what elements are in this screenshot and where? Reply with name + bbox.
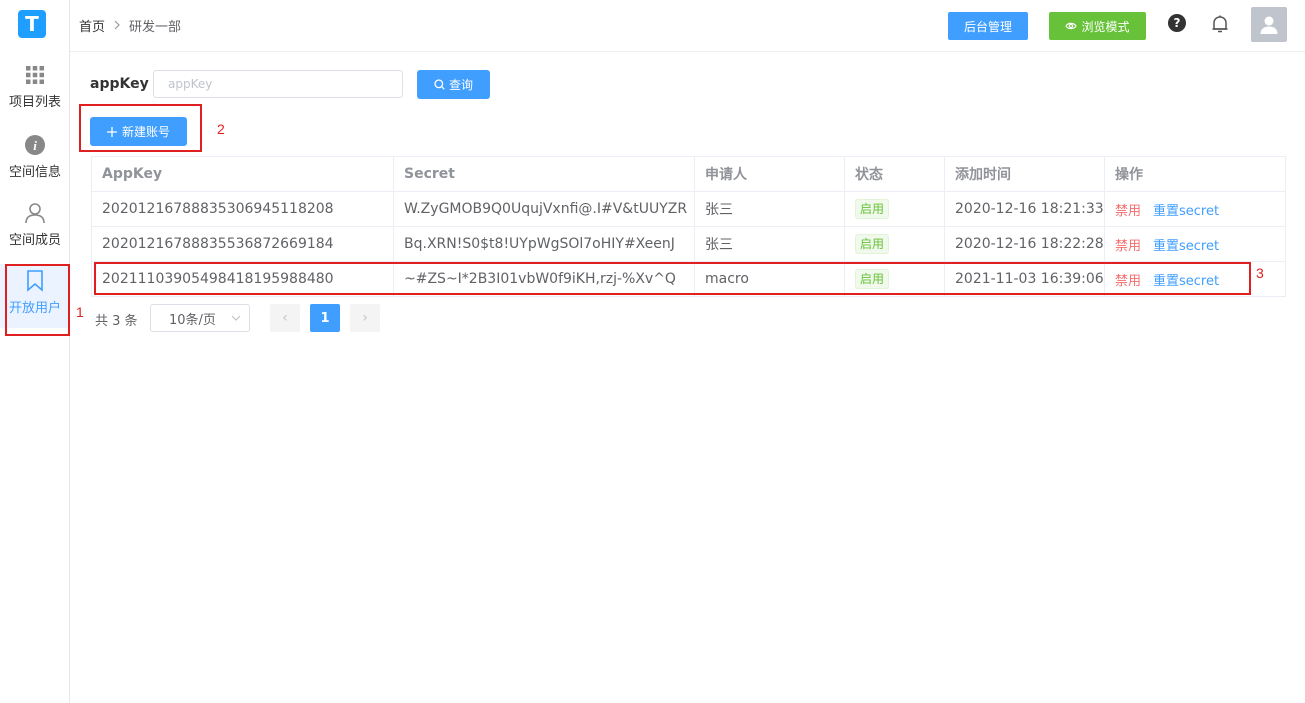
table-header-row: AppKey Secret 申请人 状态 添加时间 操作 (91, 156, 1286, 192)
annotation-box-3 (94, 262, 1251, 295)
page-number-label: 1 (320, 310, 330, 326)
grid-icon (24, 64, 46, 86)
annotation-label-3: 3 (1256, 265, 1264, 281)
breadcrumb: 首页 研发一部 (79, 16, 181, 35)
view-mode-button[interactable]: 浏览模式 (1049, 12, 1146, 40)
table-row: 20201216788835306945118208 W.ZyGMOB9Q0Uq… (91, 191, 1286, 227)
pagination-total: 共 3 条 (95, 314, 138, 329)
svg-text:i: i (33, 138, 37, 153)
annotation-box-2 (79, 104, 202, 152)
column-header-applicant: 申请人 (694, 156, 845, 192)
page-number-current[interactable]: 1 (310, 304, 340, 332)
cell-status: 启用 (844, 226, 945, 262)
sidebar-item-space-members[interactable]: 空间成员 (0, 198, 70, 260)
admin-button[interactable]: 后台管理 (948, 12, 1028, 40)
cell-actions: 禁用 重置secret (1104, 191, 1286, 227)
sidebar-item-label: 项目列表 (8, 95, 61, 110)
bell-icon[interactable] (1210, 14, 1230, 34)
column-header-status: 状态 (844, 156, 945, 192)
annotation-box-1 (5, 264, 70, 336)
cell-added-time: 2020-12-16 18:21:33 (944, 191, 1105, 227)
prev-page-button[interactable]: ‹ (270, 304, 300, 332)
logo-letter: T (25, 12, 39, 36)
cell-secret: W.ZyGMOB9Q0UqujVxnfi@.I#V&tUUYZR (393, 191, 695, 227)
cell-actions: 禁用 重置secret (1104, 226, 1286, 262)
avatar[interactable] (1251, 7, 1287, 42)
status-badge: 启用 (855, 234, 890, 254)
status-badge: 启用 (855, 199, 890, 219)
reset-secret-link[interactable]: 重置secret (1153, 239, 1219, 254)
help-glyph: ? (1173, 16, 1181, 30)
disable-link[interactable]: 禁用 (1115, 204, 1141, 219)
sidebar-item-space-info[interactable]: i 空间信息 (0, 130, 70, 192)
page-size-value: 10条/页 (169, 312, 216, 328)
sidebar: T 项目列表 i 空间信息 空间成员 开放用户 (0, 0, 70, 703)
annotation-label-1: 1 (76, 304, 84, 320)
column-header-added-time: 添加时间 (944, 156, 1105, 192)
column-header-actions: 操作 (1104, 156, 1286, 192)
sidebar-item-label: 空间信息 (8, 165, 61, 180)
search-icon (434, 79, 445, 90)
column-header-appkey: AppKey (91, 156, 394, 192)
sidebar-item-projects[interactable]: 项目列表 (0, 60, 70, 122)
info-icon: i (24, 134, 46, 156)
user-icon (24, 202, 46, 224)
breadcrumb-home[interactable]: 首页 (79, 16, 105, 35)
help-icon[interactable]: ? (1168, 14, 1186, 32)
cell-appkey: 20201216788835536872669184 (91, 226, 394, 262)
cell-appkey: 20201216788835306945118208 (91, 191, 394, 227)
chevron-right-icon: › (362, 310, 368, 326)
chevron-down-icon (231, 311, 241, 328)
next-page-button[interactable]: › (350, 304, 380, 332)
table-row: 20201216788835536872669184 Bq.XRN!S0$t8!… (91, 226, 1286, 262)
app-logo[interactable]: T (18, 10, 46, 38)
cell-added-time: 2020-12-16 18:22:28 (944, 226, 1105, 262)
breadcrumb-current: 研发一部 (129, 20, 182, 35)
user-avatar-icon (1259, 15, 1279, 35)
appkey-search-input[interactable] (153, 70, 403, 98)
column-header-secret: Secret (393, 156, 695, 192)
page-size-select[interactable]: 10条/页 (150, 304, 250, 332)
appkey-filter-label: appKey (90, 76, 149, 92)
query-button-label: 查询 (448, 78, 473, 92)
disable-link[interactable]: 禁用 (1115, 239, 1141, 254)
app-root: T 项目列表 i 空间信息 空间成员 开放用户 首页 研发一部 后台管理 浏览模… (0, 0, 1305, 703)
annotation-label-2: 2 (217, 121, 225, 137)
query-button[interactable]: 查询 (417, 70, 490, 99)
cell-secret: Bq.XRN!S0$t8!UYpWgSOl7oHIY#XeenJ (393, 226, 695, 262)
cell-applicant: 张三 (694, 226, 845, 262)
view-mode-label: 浏览模式 (1081, 19, 1130, 34)
cell-status: 启用 (844, 191, 945, 227)
chevron-right-icon (113, 19, 121, 33)
sidebar-item-label: 空间成员 (8, 233, 61, 248)
reset-secret-link[interactable]: 重置secret (1153, 204, 1219, 219)
top-header: 首页 研发一部 后台管理 浏览模式 ? (70, 0, 1305, 52)
cell-applicant: 张三 (694, 191, 845, 227)
eye-icon (1065, 21, 1078, 31)
chevron-left-icon: ‹ (282, 310, 288, 326)
admin-button-label: 后台管理 (963, 19, 1012, 34)
